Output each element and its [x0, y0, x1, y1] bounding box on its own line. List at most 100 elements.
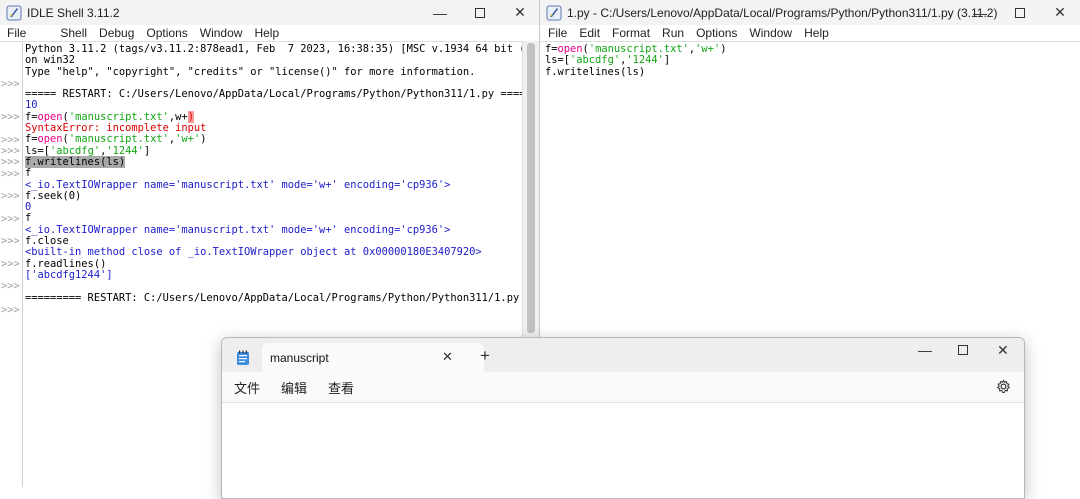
editor-titlebar[interactable]: 1.py - C:/Users/Lenovo/AppData/Local/Pro… [540, 0, 1080, 25]
menu-shell[interactable]: Shell [54, 26, 93, 40]
minimize-icon: — [973, 4, 987, 21]
prompt: >>> [1, 111, 20, 123]
shell-text: Python 3.11.2 (tags/v3.11.2:878ead1, Feb… [25, 43, 540, 304]
menu-edit[interactable]: Edit [573, 26, 606, 40]
restart-line: ========= RESTART: C:/Users/Lenovo/AppDa… [25, 291, 540, 304]
code-line: f.writelines(ls) [545, 65, 646, 78]
code-token: ] [663, 54, 671, 67]
close-icon: ✕ [1054, 4, 1066, 20]
prompt-sidebar: >>> >>> >>> >>> >>> >>> >>> >>> >>> >>> … [0, 42, 23, 487]
prompt: >>> [1, 190, 20, 202]
restart-line: ===== RESTART: C:/Users/Lenovo/AppData/L… [25, 88, 526, 101]
close-button[interactable]: ✕ [1040, 0, 1080, 25]
notepad-text-area[interactable] [222, 402, 1024, 498]
minimize-button[interactable]: — [420, 0, 460, 25]
menu-view-cn[interactable]: 查看 [328, 378, 354, 397]
minimize-icon: — [433, 4, 447, 21]
output-line: <_io.TextIOWrapper name='manuscript.txt'… [25, 223, 451, 236]
scrollbar-thumb[interactable] [527, 43, 535, 333]
menu-options[interactable]: Options [140, 26, 193, 40]
output-line: ['abcdfg1244'] [25, 268, 113, 281]
menu-window[interactable]: Window [194, 26, 249, 40]
code-token: ] [143, 144, 151, 157]
code-token: f= [545, 43, 558, 55]
tab-manuscript[interactable]: manuscript ✕ [262, 343, 484, 372]
menu-edit-cn[interactable]: 编辑 [281, 378, 307, 397]
prompt: >>> [1, 213, 20, 225]
code-token: 'w+' [175, 133, 201, 146]
editor-text: f=open('manuscript.txt','w+') ls=['abcdf… [545, 43, 727, 78]
input-line: f.close [25, 235, 69, 248]
code-token: f= [25, 133, 38, 146]
code-token: 'w+' [695, 43, 721, 55]
menu-file-cn[interactable]: 文件 [234, 378, 260, 397]
code-token: 'abcdfg' [570, 54, 621, 67]
code-token: ls=[ [25, 144, 51, 157]
prompt: >>> [1, 156, 20, 168]
code-token: ls=[ [545, 54, 571, 67]
banner-line: on win32 [25, 54, 76, 67]
input-line: f.seek(0) [25, 189, 82, 202]
maximize-button[interactable] [1000, 0, 1040, 25]
error-line: SyntaxError: incomplete input [25, 122, 207, 135]
selected-input-line: f.writelines(ls) [25, 155, 126, 168]
close-tab-icon[interactable]: ✕ [442, 349, 453, 365]
error-highlight: ) [187, 110, 194, 123]
tab-title: manuscript [270, 351, 329, 365]
python-file-icon [546, 5, 562, 20]
close-icon[interactable]: ✕ [997, 342, 1009, 359]
window-title: 1.py - C:/Users/Lenovo/AppData/Local/Pro… [567, 5, 998, 20]
menu-debug[interactable]: Debug [93, 26, 140, 40]
input-line: ls=['abcdfg','1244'] [25, 145, 150, 157]
menu-file[interactable]: File [540, 26, 573, 40]
python-feather-icon [6, 5, 22, 20]
output-line: <_io.TextIOWrapper name='manuscript.txt'… [25, 178, 451, 191]
code-token: 'manuscript.txt' [68, 110, 169, 123]
maximize-button[interactable] [460, 0, 500, 25]
prompt: >>> [1, 304, 20, 316]
notepad-app-icon [237, 350, 249, 365]
code-token: open [37, 110, 63, 123]
new-tab-icon[interactable]: + [480, 346, 490, 366]
prompt: >>> [1, 280, 20, 292]
notepad-tabstrip[interactable]: manuscript ✕ + — ✕ [222, 338, 1024, 372]
menu-options[interactable]: Options [690, 26, 743, 40]
minimize-icon[interactable]: — [918, 342, 932, 358]
menu-window[interactable]: Window [743, 26, 798, 40]
input-line: f=open('manuscript.txt','w+') [25, 133, 206, 145]
prompt: >>> [1, 168, 20, 180]
code-token: '1244' [106, 144, 144, 157]
idle-shell-titlebar[interactable]: IDLE Shell 3.11.2 — ✕ [0, 0, 539, 25]
menu-format[interactable]: Format [606, 26, 656, 40]
code-token: ,w+ [168, 110, 188, 123]
output-line: <built-in method close of _io.TextIOWrap… [25, 246, 482, 259]
prompt: >>> [1, 235, 20, 247]
output-line: 0 [25, 201, 32, 214]
prompt: >>> [1, 78, 20, 90]
menu-run[interactable]: Run [656, 26, 690, 40]
banner-line: Python 3.11.2 (tags/v3.11.2:878ead1, Feb… [25, 43, 540, 55]
banner-line: Type "help", "copyright", "credits" or "… [25, 65, 476, 78]
code-token: open [37, 133, 63, 146]
prompt: >>> [1, 258, 20, 270]
maximize-icon [1015, 7, 1025, 18]
menu-help[interactable]: Help [248, 26, 285, 40]
window-title: IDLE Shell 3.11.2 [27, 5, 120, 20]
maximize-icon[interactable] [958, 345, 968, 355]
menu-file[interactable]: File [0, 26, 32, 40]
input-line: f [25, 167, 32, 180]
code-token: open [557, 43, 583, 55]
code-token: f= [25, 110, 38, 123]
gear-icon[interactable] [996, 379, 1011, 394]
output-line: 10 [25, 99, 38, 112]
maximize-icon [475, 7, 485, 18]
minimize-button[interactable]: — [960, 0, 1000, 25]
close-button[interactable]: ✕ [500, 0, 539, 25]
code-line: ls=['abcdfg','1244'] [545, 54, 670, 66]
menu-help[interactable]: Help [798, 26, 835, 40]
close-icon: ✕ [514, 4, 526, 20]
editor-menubar: File Edit Format Run Options Window Help [540, 25, 1080, 41]
code-token: 'abcdfg' [50, 144, 101, 157]
code-token: 'manuscript.txt' [68, 133, 169, 146]
code-token: ) [720, 43, 727, 55]
